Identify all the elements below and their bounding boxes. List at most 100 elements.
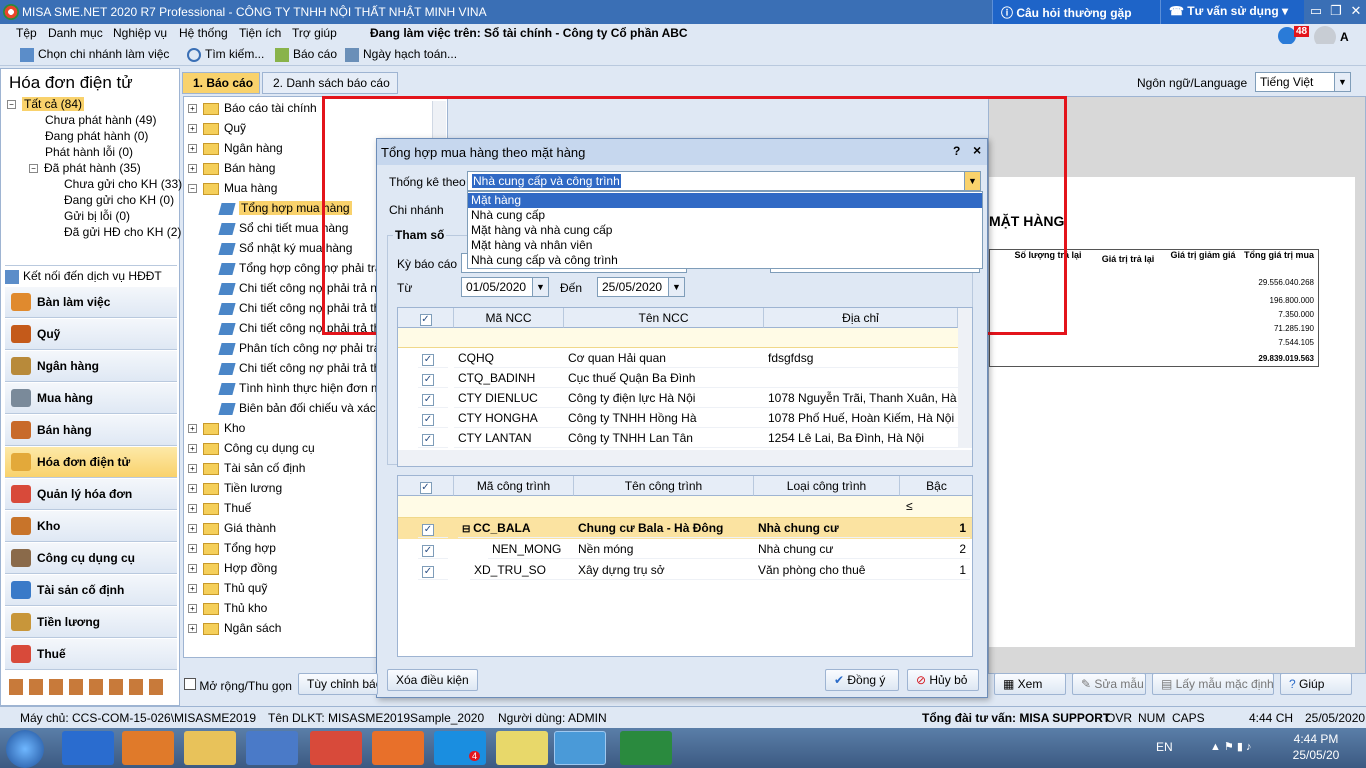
filter-operator[interactable]: ≤ <box>906 499 913 513</box>
firefox-icon[interactable] <box>372 731 424 765</box>
expand-icon[interactable]: + <box>188 144 197 154</box>
minimize-icon[interactable]: ▭ <box>1306 2 1326 20</box>
expand-icon[interactable]: + <box>188 424 197 434</box>
cell[interactable]: Cục thuế Quận Ba Đình <box>564 368 764 388</box>
cell[interactable]: Chung cư Bala - Hà Đông <box>574 518 754 538</box>
branch-button[interactable]: Chọn chi nhánh làm việc <box>20 47 169 62</box>
nav-bank[interactable]: Ngân hàng <box>5 351 177 382</box>
nav-salary[interactable]: Tiền lương <box>5 607 177 638</box>
menu-help[interactable]: Trợ giúp <box>292 26 337 40</box>
option-item[interactable]: Mặt hàng và nhân viên <box>471 238 592 252</box>
cell[interactable] <box>764 368 958 388</box>
collapse-icon[interactable]: − <box>7 100 16 110</box>
excel-icon[interactable] <box>620 731 672 765</box>
collapse-icon[interactable]: ⊟ <box>462 524 473 535</box>
expand-icon[interactable]: + <box>188 604 197 614</box>
to-date[interactable]: 25/05/2020 ▼ <box>597 277 685 297</box>
start-button[interactable] <box>6 730 44 768</box>
filter-row[interactable] <box>398 328 958 348</box>
filter-row[interactable]: ≤ <box>398 496 972 518</box>
menu-system[interactable]: Hệ thống <box>179 26 228 40</box>
menu-operations[interactable]: Nghiệp vụ <box>113 26 167 40</box>
cell[interactable]: NEN_MONG <box>488 539 574 559</box>
cancel-button[interactable]: ⊘ Hủy bỏ <box>907 669 979 691</box>
cell[interactable]: Nhà chung cư <box>754 518 900 538</box>
tree-node[interactable]: + Thuế <box>188 501 251 515</box>
tree-node[interactable]: + Tài sản cố định <box>188 461 305 475</box>
nav-tools[interactable]: Công cụ dụng cụ <box>5 543 177 574</box>
posting-date-button[interactable]: Ngày hạch toán... <box>345 47 457 62</box>
expand-icon[interactable]: + <box>188 464 197 474</box>
col-project-level[interactable]: Bậc <box>900 476 972 496</box>
menu-file[interactable]: Tệp <box>16 26 37 40</box>
tree-sending[interactable]: Đang gửi cho KH (0) <box>64 193 174 207</box>
tab-report-list[interactable]: 2. Danh sách báo cáo <box>262 72 398 94</box>
nav-invoice-mgmt[interactable]: Quản lý hóa đơn <box>5 479 177 510</box>
cell[interactable]: 2 <box>900 539 970 559</box>
chevron-down-icon[interactable]: ▼ <box>964 172 980 190</box>
cell[interactable]: CQHQ <box>454 348 564 368</box>
tree-node[interactable]: + Thủ kho <box>188 601 267 615</box>
calendar-dropdown-icon[interactable]: ▼ <box>532 278 548 296</box>
mini-nav-icons[interactable] <box>9 679 169 695</box>
cell[interactable]: Cơ quan Hải quan <box>564 348 764 368</box>
edit-template-button[interactable]: ✎ Sửa mẫu <box>1072 673 1146 695</box>
cell[interactable]: Công ty điện lực Hà Nội <box>564 388 764 408</box>
report-button[interactable]: Báo cáo <box>275 47 337 62</box>
expand-icon[interactable]: + <box>188 444 197 454</box>
close-icon[interactable]: × <box>973 142 981 158</box>
tree-node[interactable]: + Quỹ <box>188 121 246 135</box>
language-select[interactable]: Tiếng Việt ▼ <box>1255 72 1351 92</box>
col-supplier-name[interactable]: Tên NCC <box>564 308 764 328</box>
expand-icon[interactable]: + <box>188 584 197 594</box>
report-item[interactable]: Tình hình thực hiện đơn mua <box>218 381 394 395</box>
row-checkbox[interactable]: ✓ <box>418 560 448 580</box>
tree-issued[interactable]: − Đã phát hành (35) <box>29 161 141 175</box>
media-icon[interactable] <box>122 731 174 765</box>
stat-select[interactable]: Nhà cung cấp và công trình ▼ <box>467 171 981 191</box>
nav-cash[interactable]: Quỹ <box>5 319 177 350</box>
report-item[interactable]: Phân tích công nợ phải trả t <box>218 341 387 355</box>
tree-unissued[interactable]: Chưa phát hành (49) <box>45 113 156 127</box>
tree-node[interactable]: + Thủ quỹ <box>188 581 267 595</box>
cell[interactable]: CTY DIENLUC <box>454 388 564 408</box>
row-checkbox[interactable]: ✓ <box>418 428 448 448</box>
help-icon[interactable]: ? <box>953 144 960 158</box>
input-language[interactable]: EN <box>1156 740 1173 754</box>
misa-taskbar-icon[interactable] <box>554 731 606 765</box>
nav-einvoice[interactable]: Hóa đơn điện tử <box>5 447 177 478</box>
col-project-code[interactable]: Mã công trình <box>454 476 574 496</box>
option-item[interactable]: Nhà cung cấp <box>471 208 545 222</box>
advice-tab[interactable]: ☎ Tư vấn sử dụng ▾ <box>1160 0 1304 24</box>
cell[interactable]: 1 <box>900 518 970 538</box>
chevron-down-icon[interactable]: ▼ <box>1334 73 1350 91</box>
tree-node[interactable]: + Hợp đồng <box>188 561 277 575</box>
cell[interactable]: CTY LANTAN <box>454 428 564 448</box>
row-checkbox[interactable]: ✓ <box>418 368 448 388</box>
close-icon[interactable]: ✕ <box>1346 2 1366 20</box>
row-checkbox[interactable]: ✓ <box>418 408 448 428</box>
skype-icon[interactable]: 4 <box>434 731 486 765</box>
maximize-icon[interactable]: ❐ <box>1326 2 1346 20</box>
cell[interactable]: Công ty TNHH Hồng Hà <box>564 408 764 428</box>
tree-node[interactable]: + Giá thành <box>188 521 276 535</box>
ie-icon[interactable] <box>62 731 114 765</box>
row-checkbox[interactable]: ✓ <box>418 388 448 408</box>
checkbox[interactable]: ✓ <box>419 314 432 326</box>
cell[interactable]: Công ty TNHH Lan Tân <box>564 428 764 448</box>
clear-conditions-button[interactable]: Xóa điều kiện <box>387 669 478 691</box>
expand-icon[interactable]: + <box>188 524 197 534</box>
tree-node[interactable]: + Bán hàng <box>188 161 275 175</box>
view-button[interactable]: ▦ Xem <box>994 673 1066 695</box>
expand-toggle[interactable]: Mở rộng/Thu gọn <box>184 678 292 693</box>
clock-time[interactable]: 4:44 PM <box>1292 732 1340 746</box>
nav-warehouse[interactable]: Kho <box>5 511 177 542</box>
user-label[interactable]: A <box>1340 30 1349 44</box>
tray-icons[interactable]: ▲ ⚑ ▮ ♪ <box>1210 740 1251 753</box>
supplier-hscroll[interactable] <box>398 450 972 466</box>
report-item[interactable]: Biên bản đối chiếu và xác n <box>218 401 386 415</box>
cell[interactable]: ⊟ CC_BALA <box>458 518 574 538</box>
cell[interactable]: Nền móng <box>574 539 754 559</box>
cell[interactable]: 1078 Nguyễn Trãi, Thanh Xuân, Hà Nộ <box>764 388 958 408</box>
collapse-icon[interactable]: − <box>29 164 38 174</box>
